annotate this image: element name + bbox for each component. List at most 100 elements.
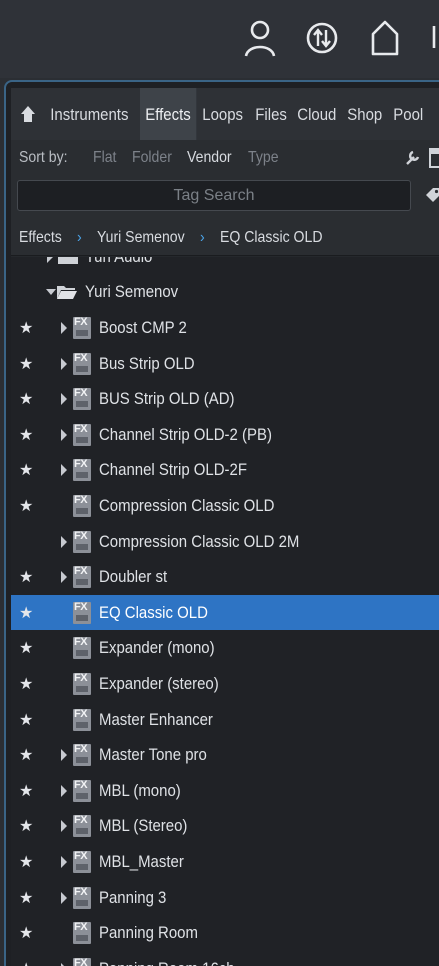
preset-row[interactable]: ★ EQ Classic OLD (11, 594, 439, 631)
sync-icon[interactable] (302, 18, 342, 58)
expand-arrow-icon[interactable] (61, 428, 67, 441)
collapse-arrow-icon[interactable] (46, 289, 56, 295)
favorite-star-icon[interactable]: ★ (19, 425, 33, 445)
sort-flat[interactable]: Flat (93, 149, 116, 167)
preset-row[interactable]: ★ Doubler st (11, 559, 439, 595)
preset-label: Bus Strip OLD (99, 353, 195, 373)
expand-arrow-icon[interactable] (61, 749, 67, 762)
preset-row[interactable]: ★ MBL_Master (11, 844, 439, 880)
favorite-star-icon[interactable]: ★ (19, 460, 33, 480)
folder-row[interactable]: Yuri Audio (11, 257, 439, 275)
breadcrumb-vendor[interactable]: Yuri Semenov (97, 229, 185, 247)
expand-arrow-icon[interactable] (61, 393, 67, 406)
expand-arrow-icon[interactable] (61, 820, 67, 833)
preset-row[interactable]: ★ Panning Room 16ch (11, 951, 439, 966)
preset-row[interactable]: ★ Expander (mono) (11, 630, 439, 666)
preset-row[interactable]: ★ Channel Strip OLD-2F (11, 452, 439, 488)
preset-label: Master Enhancer (99, 709, 213, 729)
fx-plugin-icon (73, 601, 91, 624)
folder-icon (58, 257, 78, 264)
favorite-star-icon[interactable]: ★ (19, 674, 33, 694)
breadcrumb: Effects › Yuri Semenov › EQ Classic OLD (11, 218, 439, 256)
browser-tabs: Instruments Effects Loops Files Cloud Sh… (11, 88, 439, 140)
fx-plugin-icon (73, 850, 91, 873)
user-icon[interactable] (240, 18, 280, 58)
fx-plugin-icon (73, 708, 91, 731)
tab-home[interactable] (11, 88, 45, 140)
preset-tree: Yuri Audio Yuri Semenov ★ Boost CMP 2 ★ Bus… (11, 257, 439, 966)
tag-search-input[interactable]: Tag Search (17, 180, 411, 211)
preset-row[interactable]: ★ Master Tone pro (11, 737, 439, 773)
favorite-star-icon[interactable]: ★ (19, 389, 33, 409)
favorite-star-icon[interactable]: ★ (19, 710, 33, 730)
favorite-star-icon[interactable]: ★ (19, 959, 33, 966)
tab-cloud[interactable]: Cloud (292, 88, 342, 140)
favorite-star-icon[interactable]: ★ (19, 923, 33, 943)
favorite-star-icon[interactable]: ★ (19, 603, 33, 623)
favorite-star-icon[interactable]: ★ (19, 852, 33, 872)
layout-icon[interactable] (429, 148, 439, 168)
browser-panel: Instruments Effects Loops Files Cloud Sh… (4, 80, 439, 966)
preset-row[interactable]: Compression Classic OLD 2M (11, 524, 439, 560)
preset-row[interactable]: ★ Expander (stereo) (11, 666, 439, 702)
preset-label: Master Tone pro (99, 745, 207, 765)
breadcrumb-current[interactable]: EQ Classic OLD (220, 229, 322, 247)
expand-arrow-icon[interactable] (61, 784, 67, 797)
preset-row[interactable]: ★ Bus Strip OLD (11, 346, 439, 382)
expand-arrow-icon[interactable] (61, 571, 67, 584)
preset-row[interactable]: ★ Channel Strip OLD-2 (PB) (11, 417, 439, 453)
tab-pool[interactable]: Pool (388, 88, 429, 140)
favorite-star-icon[interactable]: ★ (19, 745, 33, 765)
tag-icon[interactable] (424, 186, 439, 204)
breadcrumb-effects[interactable]: Effects (19, 229, 62, 247)
preset-label: BUS Strip OLD (AD) (99, 389, 235, 409)
partial-icon[interactable] (428, 18, 439, 58)
favorite-star-icon[interactable]: ★ (19, 318, 33, 338)
favorite-star-icon[interactable]: ★ (19, 496, 33, 516)
tab-shop[interactable]: Shop (342, 88, 387, 140)
wrench-icon[interactable] (404, 150, 420, 166)
fx-plugin-icon (73, 494, 91, 517)
preset-row[interactable]: ★ MBL (Stereo) (11, 808, 439, 844)
chevron-right-icon: › (200, 229, 205, 246)
preset-label: MBL (Stereo) (99, 816, 188, 836)
fx-plugin-icon (73, 743, 91, 767)
tab-loops[interactable]: Loops (197, 88, 248, 140)
fx-plugin-icon (73, 316, 91, 339)
expand-arrow-icon[interactable] (61, 322, 67, 334)
tab-effects[interactable]: Effects (139, 88, 196, 140)
sort-folder[interactable]: Folder (132, 149, 172, 167)
tab-files[interactable]: Files (250, 88, 292, 140)
expand-arrow-icon[interactable] (61, 856, 67, 868)
favorite-star-icon[interactable]: ★ (19, 888, 33, 908)
preset-row[interactable]: ★ MBL (mono) (11, 773, 439, 809)
expand-arrow-icon[interactable] (47, 257, 53, 263)
folder-row[interactable]: Yuri Semenov (11, 274, 439, 310)
favorite-star-icon[interactable]: ★ (19, 781, 33, 801)
fx-plugin-icon (73, 636, 91, 660)
expand-arrow-icon[interactable] (61, 464, 67, 477)
preset-row[interactable]: ★ Boost CMP 2 (11, 310, 439, 346)
sort-label: Sort by: (19, 149, 68, 166)
fx-plugin-icon (73, 423, 91, 446)
preset-row[interactable]: ★ Compression Classic OLD (11, 488, 439, 524)
preset-row[interactable]: ★ Panning 3 (11, 880, 439, 916)
favorite-star-icon[interactable]: ★ (19, 638, 33, 658)
tab-instruments[interactable]: Instruments (45, 88, 134, 140)
favorite-star-icon[interactable]: ★ (19, 354, 33, 374)
favorite-star-icon[interactable]: ★ (19, 567, 33, 587)
expand-arrow-icon[interactable] (61, 891, 67, 904)
fx-plugin-icon (73, 779, 91, 802)
expand-arrow-icon[interactable] (61, 535, 67, 548)
expand-arrow-icon[interactable] (61, 357, 67, 370)
sort-type[interactable]: Type (248, 149, 279, 167)
fx-plugin-icon (73, 458, 91, 482)
preset-row[interactable]: ★ Panning Room (11, 915, 439, 951)
sort-vendor[interactable]: Vendor (187, 149, 232, 167)
preset-row[interactable]: ★ BUS Strip OLD (AD) (11, 381, 439, 417)
home-outline-icon[interactable] (365, 18, 405, 58)
fx-plugin-icon (73, 957, 91, 966)
favorite-star-icon[interactable]: ★ (19, 816, 33, 836)
preset-row[interactable]: ★ Master Enhancer (11, 702, 439, 738)
sort-bar: Sort by: Flat Folder Vendor Type (11, 140, 439, 176)
